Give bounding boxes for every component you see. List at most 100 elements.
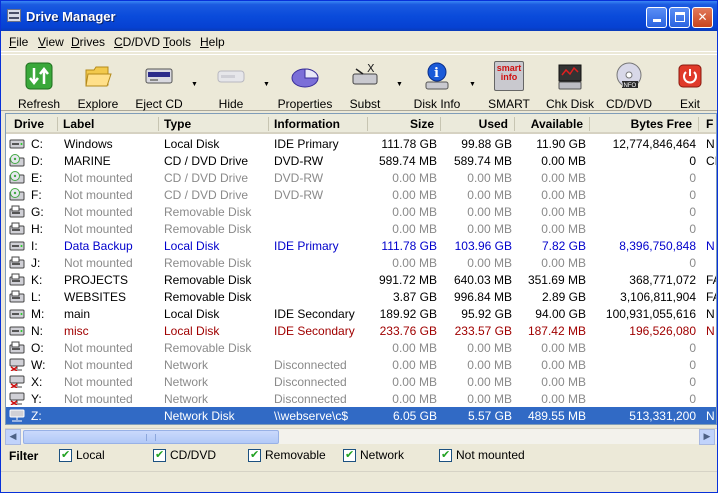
- cell-available: 94.00 GB: [535, 307, 586, 321]
- col-header-extra[interactable]: F: [706, 117, 713, 131]
- col-header-bytes-free[interactable]: Bytes Free: [591, 117, 692, 131]
- horizontal-scrollbar[interactable]: ◀ ▶: [5, 428, 717, 445]
- cell-information: IDE Secondary: [274, 324, 355, 338]
- table-row[interactable]: W: Not mounted Network Disconnected 0.00 MB 0…: [6, 356, 716, 373]
- cell-information: \\webserve\c$: [274, 409, 349, 423]
- cell-drive: C:: [31, 137, 43, 151]
- cell-drive: J:: [31, 256, 41, 270]
- cell-type: Local Disk: [164, 239, 220, 253]
- cell-available: 0.00 MB: [541, 256, 586, 270]
- cell-label: Not mounted: [64, 222, 133, 236]
- col-header-label[interactable]: Label: [63, 117, 94, 131]
- explore-button[interactable]: Explore: [73, 57, 123, 111]
- cell-drive: M:: [31, 307, 45, 321]
- power-icon: [678, 64, 702, 88]
- hide-button[interactable]: Hide ▼: [206, 57, 270, 111]
- network-drive-disconnected-icon: [9, 375, 25, 389]
- cell-bytes-free: 0: [689, 375, 696, 389]
- menu-tools[interactable]: Tools: [163, 35, 191, 49]
- smart-button[interactable]: smart info SMART: [485, 57, 533, 111]
- col-header-used[interactable]: Used: [442, 117, 508, 131]
- cell-type: Removable Disk: [164, 222, 252, 236]
- cell-type: CD / DVD Drive: [164, 171, 249, 185]
- cell-bytes-free: 12,774,846,464: [612, 137, 696, 151]
- exit-button[interactable]: Exit: [669, 57, 711, 111]
- table-row[interactable]: C: Windows Local Disk IDE Primary 111.78 GB 9…: [6, 135, 716, 152]
- table-row[interactable]: O: Not mounted Removable Disk 0.00 MB 0.00 M…: [6, 339, 716, 356]
- refresh-button[interactable]: Refresh: [11, 57, 67, 111]
- table-row[interactable]: F: Not mounted CD / DVD Drive DVD-RW 0.00 MB…: [6, 186, 716, 203]
- cell-used: 99.88 GB: [461, 137, 512, 151]
- cd-dvd-info-button[interactable]: INFO CD/DVD: [604, 57, 654, 111]
- table-row[interactable]: X: Not mounted Network Disconnected 0.00 MB 0…: [6, 373, 716, 390]
- table-row[interactable]: E: Not mounted CD / DVD Drive DVD-RW 0.00 MB…: [6, 169, 716, 186]
- table-row[interactable]: N: misc Local Disk IDE Secondary 233.76 GB 23…: [6, 322, 716, 339]
- table-row[interactable]: I: Data Backup Local Disk IDE Primary 111.78…: [6, 237, 716, 254]
- eject-cd-dropdown-arrow-icon[interactable]: ▼: [191, 81, 198, 88]
- cell-drive: Z:: [31, 409, 42, 423]
- filter-label: Filter: [9, 449, 39, 463]
- removable-drive-icon: [9, 273, 25, 286]
- close-button[interactable]: ✕: [692, 7, 713, 28]
- table-row[interactable]: Y: Not mounted Network Disconnected 0.00 MB 0…: [6, 390, 716, 407]
- checkbox-checked-icon[interactable]: [343, 448, 356, 462]
- cell-used: 0.00 MB: [467, 375, 512, 389]
- cell-bytes-free: 8,396,750,848: [619, 239, 696, 253]
- table-row[interactable]: M: main Local Disk IDE Secondary 189.92 GB 95…: [6, 305, 716, 322]
- cell-size: 0.00 MB: [392, 205, 437, 219]
- disk-info-button[interactable]: i Disk Info ▼: [411, 57, 476, 111]
- cell-available: 11.90 GB: [536, 137, 586, 151]
- maximize-button[interactable]: [669, 7, 690, 28]
- table-row[interactable]: K: PROJECTS Removable Disk 991.72 MB 640.03 …: [6, 271, 716, 288]
- hide-dropdown-arrow-icon[interactable]: ▼: [263, 81, 270, 88]
- checkbox-checked-icon[interactable]: [153, 448, 166, 462]
- chk-disk-button[interactable]: Chk Disk: [544, 57, 596, 111]
- cell-available: 0.00 MB: [541, 222, 586, 236]
- cell-used: 0.00 MB: [467, 188, 512, 202]
- cell-used: 95.92 GB: [461, 307, 512, 321]
- cell-label: WEBSITES: [64, 290, 127, 304]
- scroll-left-arrow-icon[interactable]: ◀: [5, 429, 21, 445]
- drive-manager-app-icon[interactable]: [7, 9, 21, 22]
- menu-file[interactable]: File: [9, 35, 28, 49]
- eject-cd-button[interactable]: Eject CD ▼: [131, 57, 198, 111]
- menu-cd-dvd[interactable]: CD/DVD: [114, 35, 160, 49]
- checkbox-checked-icon[interactable]: [439, 448, 452, 462]
- menu-drives[interactable]: Drives: [71, 35, 105, 49]
- cell-label: Not mounted: [64, 205, 133, 219]
- properties-button[interactable]: Properties: [277, 57, 333, 111]
- table-row[interactable]: Z: Network Disk \\webserve\c$ 6.05 GB 5.57 G…: [6, 407, 716, 424]
- table-row[interactable]: J: Not mounted Removable Disk 0.00 MB 0.00 M…: [6, 254, 716, 271]
- checkbox-checked-icon[interactable]: [59, 448, 72, 462]
- cd-dvd-info-icon-label: INFO: [621, 83, 637, 89]
- checkbox-checked-icon[interactable]: [248, 448, 261, 462]
- cell-size: 0.00 MB: [392, 256, 437, 270]
- drive-list-table[interactable]: Drive Label Type Information Size Used A…: [5, 113, 717, 425]
- table-row[interactable]: L: WEBSITES Removable Disk 3.87 GB 996.84 MB…: [6, 288, 716, 305]
- table-row[interactable]: G: Not mounted Removable Disk 0.00 MB 0.00 M…: [6, 203, 716, 220]
- cell-bytes-free: 0: [689, 341, 696, 355]
- table-row[interactable]: D: MARINE CD / DVD Drive DVD-RW 589.74 MB 589…: [6, 152, 716, 169]
- col-header-drive[interactable]: Drive: [14, 117, 44, 131]
- cell-label: misc: [64, 324, 89, 338]
- scrollbar-thumb[interactable]: [23, 430, 279, 444]
- toolbar: Refresh Explore Eject CD ▼ Hide ▼ Proper…: [1, 54, 717, 111]
- minimize-button[interactable]: [646, 7, 667, 28]
- table-row[interactable]: H: Not mounted Removable Disk 0.00 MB 0.00 M…: [6, 220, 716, 237]
- scroll-right-arrow-icon[interactable]: ▶: [699, 429, 715, 445]
- col-header-available[interactable]: Available: [514, 117, 583, 131]
- menu-view[interactable]: View: [38, 35, 64, 49]
- subst-dropdown-arrow-icon[interactable]: ▼: [396, 81, 403, 88]
- cell-used: 0.00 MB: [467, 171, 512, 185]
- cell-extra: FA: [706, 273, 716, 287]
- col-header-size[interactable]: Size: [368, 117, 434, 131]
- menu-help[interactable]: Help: [200, 35, 225, 49]
- disk-info-dropdown-arrow-icon[interactable]: ▼: [469, 81, 476, 88]
- col-header-type[interactable]: Type: [164, 117, 191, 131]
- cell-size: 0.00 MB: [392, 171, 437, 185]
- cell-used: 640.03 MB: [453, 273, 512, 287]
- col-header-information[interactable]: Information: [274, 117, 340, 131]
- subst-button[interactable]: X Subst ▼: [343, 57, 403, 111]
- title-bar[interactable]: Drive Manager ✕: [1, 1, 717, 31]
- cell-drive: L:: [31, 290, 42, 304]
